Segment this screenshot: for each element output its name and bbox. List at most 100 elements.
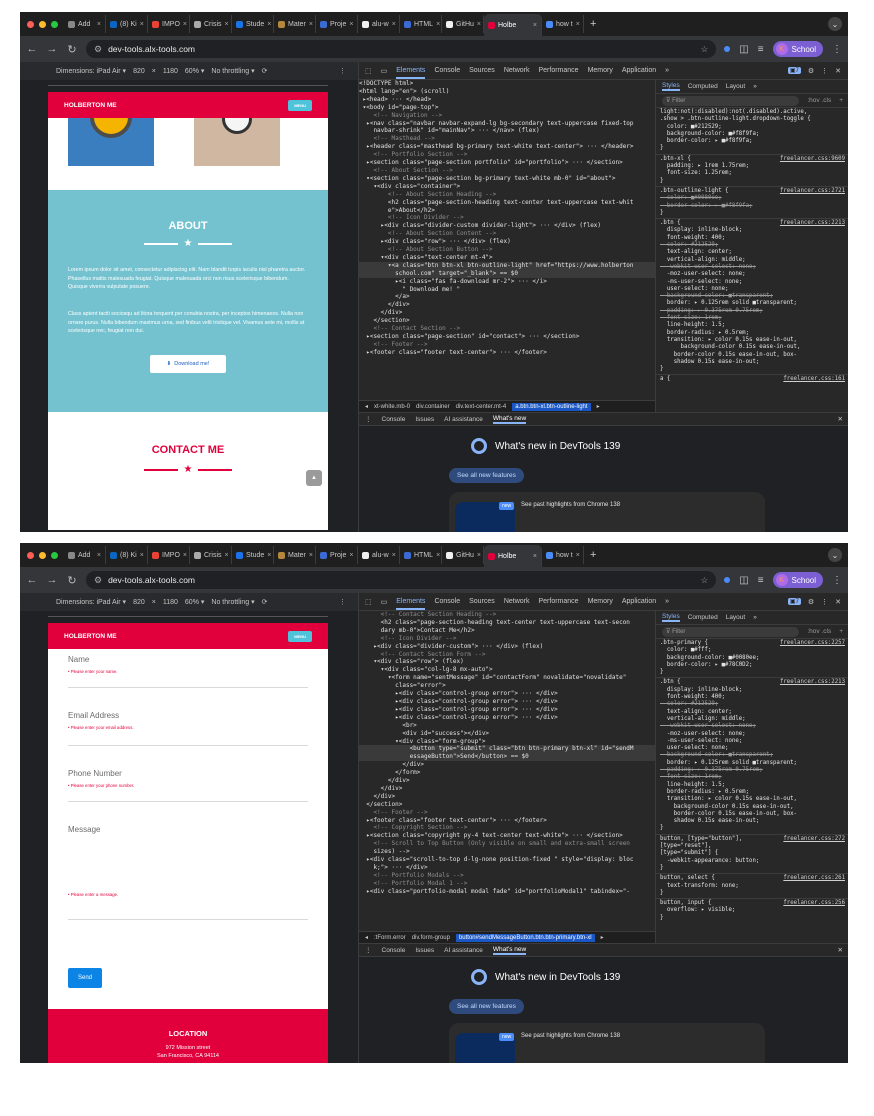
css-rule-line[interactable]: -webkit-user-select: none; bbox=[660, 264, 845, 271]
css-source-link[interactable]: freelancer.css:272 bbox=[783, 836, 845, 843]
dom-node-line[interactable]: </form> bbox=[359, 769, 655, 777]
browser-tab[interactable]: (8) Ki × bbox=[106, 15, 148, 33]
dom-node-line[interactable]: <br> bbox=[359, 722, 655, 730]
dom-node-line[interactable]: <!-- About Section Button --> bbox=[359, 246, 655, 254]
input-underline[interactable] bbox=[68, 687, 308, 688]
browser-tab[interactable]: HTML × bbox=[400, 546, 442, 564]
drawer-tab[interactable]: Console bbox=[382, 947, 406, 954]
css-rule-line[interactable]: border-radius: ▸ 0.5rem; bbox=[660, 789, 845, 796]
dom-node-line[interactable]: ▸<i class="fas fa-download mr-2"> ··· </… bbox=[359, 278, 655, 286]
dom-node-line[interactable]: </div> bbox=[359, 793, 655, 801]
dom-node-line[interactable]: </div> bbox=[359, 309, 655, 317]
css-rule-line[interactable]: font-size: 1rem; bbox=[660, 774, 845, 781]
css-source-link[interactable]: freelancer.css:2721 bbox=[780, 188, 845, 195]
breadcrumb-current[interactable]: a.btn.btn-xl.btn-outline-light bbox=[512, 402, 591, 411]
dom-node-line[interactable]: <!-- Scroll to Top Button (Only visible … bbox=[359, 840, 655, 848]
css-rule-line[interactable]: text-align: center; bbox=[660, 249, 845, 256]
browser-tab[interactable]: Crisis × bbox=[190, 546, 232, 564]
browser-tab[interactable]: GitHu × bbox=[442, 546, 484, 564]
browser-tab[interactable]: Crisis × bbox=[190, 15, 232, 33]
reload-icon[interactable]: ↻ bbox=[66, 43, 78, 56]
throttle-dropdown[interactable]: No throttling ▾ bbox=[211, 598, 254, 606]
css-rule-line[interactable]: padding: ▸ 0.375rem 0.75rem; bbox=[660, 308, 845, 315]
css-rule-line[interactable]: freelancer.css:272 button, [type="button"… bbox=[660, 836, 845, 843]
close-tab-icon[interactable]: × bbox=[97, 21, 101, 28]
dom-node-line[interactable]: dary mb-0">Contact Me</h2> bbox=[359, 627, 655, 635]
dom-node-line[interactable]: e">About</h2> bbox=[359, 207, 655, 215]
scroll-to-top-button[interactable]: ▲ bbox=[306, 470, 322, 486]
close-window-button[interactable] bbox=[27, 551, 34, 559]
dom-tree[interactable]: <!DOCTYPE html> <html lang="en"> (scroll)… bbox=[359, 80, 655, 400]
css-rule-line[interactable]: line-height: 1.5; bbox=[660, 322, 845, 329]
highlights-card[interactable]: new See past highlights from Chrome 138 bbox=[449, 492, 765, 532]
close-tab-icon[interactable]: × bbox=[533, 553, 537, 560]
css-rule-line[interactable]: light:not(:disabled):not(.disabled).acti… bbox=[660, 109, 845, 116]
new-tab-button[interactable]: + bbox=[584, 549, 602, 561]
extension-icon[interactable] bbox=[724, 577, 731, 583]
close-tab-icon[interactable]: × bbox=[477, 21, 481, 28]
hov-cls-toggle[interactable]: :hov .cls bbox=[807, 97, 831, 104]
devtools-tab[interactable]: Memory bbox=[588, 598, 613, 605]
dom-node-line[interactable]: ▸<div class="control-group error"> ··· <… bbox=[359, 706, 655, 714]
back-icon[interactable]: ← bbox=[26, 574, 38, 586]
css-rule-line[interactable]: } bbox=[660, 890, 845, 897]
settings-gear-icon[interactable]: ⚙ bbox=[808, 67, 814, 75]
css-rule-line[interactable]: -ms-user-select: none; bbox=[660, 738, 845, 745]
site-settings-icon[interactable]: ⚙ bbox=[94, 44, 102, 55]
drawer-menu-icon[interactable]: ⋮ bbox=[365, 946, 372, 954]
devtools-tab[interactable]: Sources bbox=[469, 67, 495, 74]
css-rule-line[interactable]: user-select: none; bbox=[660, 286, 845, 293]
dom-node-line[interactable]: <!DOCTYPE html> bbox=[359, 80, 655, 88]
drawer-tab[interactable]: What's new bbox=[492, 415, 527, 424]
styles-tab[interactable]: Layout bbox=[726, 83, 746, 90]
css-rule-line[interactable]: color: #212529; bbox=[660, 701, 845, 708]
issues-badge[interactable]: ▣7 bbox=[787, 67, 801, 74]
css-rule-line[interactable]: color: ■#fff; bbox=[660, 647, 845, 654]
css-rule-line[interactable]: background-color: ■#0080ee; bbox=[660, 655, 845, 662]
throttle-dropdown[interactable]: No throttling ▾ bbox=[211, 67, 254, 75]
dom-node-line[interactable]: ▸<footer class="footer text-center"> ···… bbox=[359, 817, 655, 825]
css-rule-line[interactable]: } bbox=[660, 865, 845, 872]
css-rule-line[interactable]: [type="submit"] { bbox=[660, 850, 845, 857]
dom-node-line[interactable]: ▸<div class="portfolio-modal modal fade"… bbox=[359, 888, 655, 896]
close-tab-icon[interactable]: × bbox=[309, 552, 313, 559]
close-tab-icon[interactable]: × bbox=[576, 552, 580, 559]
browser-tab[interactable]: Proje × bbox=[316, 546, 358, 564]
css-rule-line[interactable]: } bbox=[660, 669, 845, 676]
css-rule-line[interactable]: } bbox=[660, 210, 845, 217]
tab-search-button[interactable]: ⌄ bbox=[828, 17, 842, 31]
hov-cls-toggle[interactable]: :hov .cls bbox=[807, 628, 831, 635]
css-rule-line[interactable]: background-color: ■transparent; bbox=[660, 293, 845, 300]
zoom-window-button[interactable] bbox=[51, 551, 58, 559]
styles-filter-input[interactable]: ⊽ Filter bbox=[662, 626, 800, 637]
css-rule-line[interactable]: transition: ▸ color 0.15s ease-in-out, bbox=[660, 337, 845, 344]
dom-node-line[interactable]: </section> bbox=[359, 801, 655, 809]
browser-tab[interactable]: GitHu × bbox=[442, 15, 484, 33]
dom-node-line[interactable]: ▸<section class="page-section portfolio"… bbox=[359, 159, 655, 167]
close-window-button[interactable] bbox=[27, 20, 34, 28]
styles-tab[interactable]: Layout bbox=[726, 614, 746, 621]
css-rule-line[interactable]: color: #212529; bbox=[660, 242, 845, 249]
browser-tab[interactable]: HTML × bbox=[400, 15, 442, 33]
breadcrumb-item[interactable]: div.container bbox=[416, 404, 450, 410]
css-rule-line[interactable]: overflow: ▸ visible; bbox=[660, 907, 845, 914]
see-all-features-button[interactable]: See all new features bbox=[449, 999, 524, 1014]
site-brand[interactable]: HOLBERTON ME bbox=[64, 633, 117, 640]
browser-tab[interactable]: Holbe × bbox=[484, 14, 542, 36]
dimensions-dropdown[interactable]: Dimensions: iPad Air ▾ bbox=[56, 598, 126, 606]
devtools-tab[interactable]: Application bbox=[622, 598, 656, 605]
devtools-tab[interactable]: » bbox=[665, 598, 669, 605]
close-tab-icon[interactable]: × bbox=[267, 21, 271, 28]
menu-button[interactable]: MENU bbox=[288, 99, 312, 111]
url-bar[interactable]: ⚙ dev-tools.alx-tools.com ☆ bbox=[86, 40, 717, 58]
dom-node-line[interactable]: ▸<div class="divider-custom"> ··· </div>… bbox=[359, 643, 655, 651]
dom-node-line[interactable]: <!-- Portfolio Modals --> bbox=[359, 872, 655, 880]
dimensions-dropdown[interactable]: Dimensions: iPad Air ▾ bbox=[56, 67, 126, 75]
css-rule-line[interactable]: .show > .btn-outline-light.dropdown-togg… bbox=[660, 116, 845, 123]
zoom-dropdown[interactable]: 60% ▾ bbox=[185, 598, 204, 606]
css-rule-line[interactable]: freelancer.css:2213 .btn { bbox=[660, 220, 845, 227]
devtools-tab[interactable]: Performance bbox=[539, 598, 579, 605]
device-more-icon[interactable]: ⋮ bbox=[339, 598, 346, 606]
dom-node-line[interactable]: <!-- Contact Section Form --> bbox=[359, 651, 655, 659]
close-tab-icon[interactable]: × bbox=[436, 552, 440, 559]
